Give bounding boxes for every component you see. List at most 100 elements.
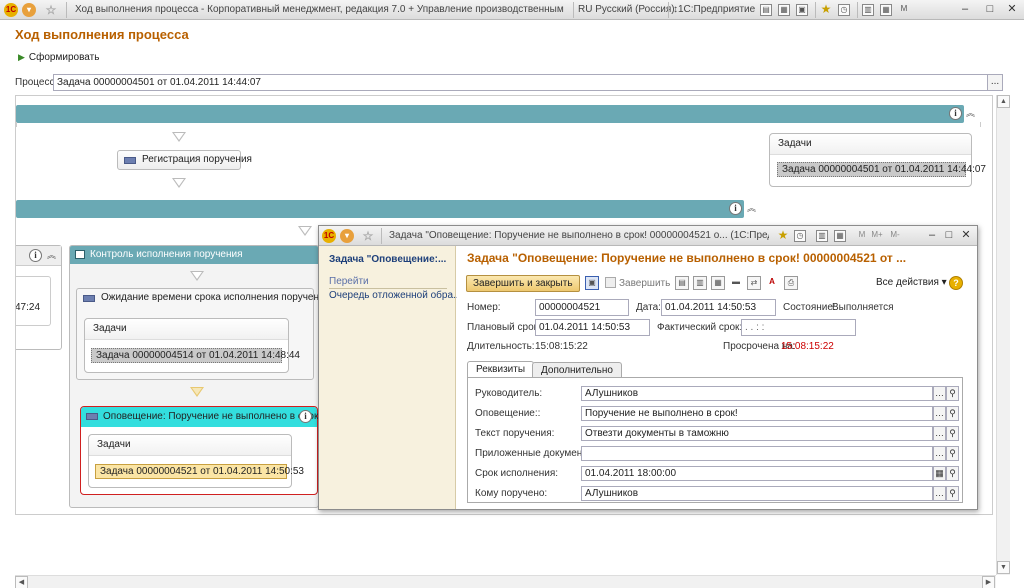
search-icon[interactable]: ⚲ xyxy=(946,466,959,481)
task-node-icon xyxy=(83,295,95,302)
memory-icon[interactable]: M xyxy=(898,4,910,16)
history-icon[interactable]: ◷ xyxy=(794,230,806,242)
search-icon[interactable]: ⚲ xyxy=(946,446,959,461)
info-icon[interactable]: i xyxy=(299,410,312,423)
select-button[interactable]: … xyxy=(933,386,946,401)
favorites-icon[interactable]: ★ xyxy=(777,229,789,242)
date-field[interactable]: 01.04.2011 14:50:53 xyxy=(661,299,776,316)
task-icon-2[interactable]: ▥ xyxy=(693,276,707,290)
favorites-icon[interactable]: ★ xyxy=(820,3,832,16)
finish-button[interactable]: Завершить xyxy=(605,277,670,289)
process-select-button[interactable]: ... xyxy=(987,74,1003,91)
manager-field[interactable]: АЛушников xyxy=(581,386,933,401)
duration-label: Длительность: xyxy=(467,341,535,352)
sidebar-title[interactable]: Задача "Оповещение:... xyxy=(329,254,446,265)
notification-field[interactable]: Поручение не выполнено в срок! xyxy=(581,406,933,421)
help-icon[interactable]: ? xyxy=(949,276,963,290)
memory-icon[interactable]: M xyxy=(856,230,868,242)
memory-minus-icon[interactable]: M- xyxy=(889,230,901,242)
close-icon[interactable]: ✕ xyxy=(959,229,973,242)
tab-requisites[interactable]: Реквизиты xyxy=(467,361,535,378)
task-text-field[interactable]: Отвезти документы в таможню xyxy=(581,426,933,441)
memory-plus-icon[interactable]: M+ xyxy=(871,230,883,242)
horizontal-scrollbar[interactable]: ◀ ▶ xyxy=(15,575,996,588)
assignee-field[interactable]: АЛушников xyxy=(581,486,933,501)
generate-button-label: Сформировать xyxy=(28,52,100,63)
save-icon[interactable]: ▤ xyxy=(760,4,772,16)
task-window-sidebar: Задача "Оповещение:... Перейти Очередь о… xyxy=(319,246,461,509)
node-notification[interactable]: Оповещение: Поручение не выполнено в сро… xyxy=(81,407,321,427)
calendar-icon[interactable]: ▦ xyxy=(834,230,846,242)
1c-logo-icon[interactable]: 1С xyxy=(4,3,18,17)
task-window-title: Задача "Оповещение: Поручение не выполне… xyxy=(389,230,769,241)
node-waiting[interactable]: Ожидание времени срока исполнения поруче… xyxy=(77,289,330,309)
task-icon-4[interactable]: ▬ xyxy=(729,276,743,290)
task-link-partial[interactable]: 47:24 xyxy=(16,301,41,316)
process-field[interactable]: Задача 00000004501 от 01.04.2011 14:44:0… xyxy=(53,74,988,91)
sidebar-item-queue[interactable]: Очередь отложенной обра... xyxy=(329,290,461,301)
print-icon[interactable]: ⎙ xyxy=(784,276,798,290)
history-icon[interactable]: ◷ xyxy=(838,4,850,16)
language-indicator[interactable]: RU Русский (Россия) xyxy=(578,4,675,15)
select-button[interactable]: … xyxy=(933,406,946,421)
plan-date-field[interactable]: 01.04.2011 14:50:53 xyxy=(535,319,650,336)
star-icon[interactable]: ☆ xyxy=(361,229,375,243)
number-field[interactable]: 00000004521 xyxy=(535,299,629,316)
minimize-icon[interactable]: – xyxy=(958,3,972,16)
task-icon-6[interactable]: A xyxy=(765,276,779,290)
select-button[interactable]: … xyxy=(933,486,946,501)
save-icon[interactable]: ▣ xyxy=(585,276,599,290)
collapse-icon[interactable]: ︽ xyxy=(45,249,58,262)
menu-dropdown-icon[interactable]: ▾ xyxy=(22,3,36,17)
scroll-down-icon[interactable]: ▼ xyxy=(997,561,1010,574)
sidebar-goto-header: Перейти xyxy=(329,276,447,289)
search-icon[interactable]: ⚲ xyxy=(946,486,959,501)
1c-logo-icon[interactable]: 1С xyxy=(322,229,336,243)
search-icon[interactable]: ⚲ xyxy=(946,406,959,421)
info-icon[interactable]: i xyxy=(729,202,742,215)
calendar-icon[interactable]: ▦ xyxy=(933,466,946,481)
info-icon[interactable]: i xyxy=(29,249,42,262)
scroll-left-icon[interactable]: ◀ xyxy=(15,576,28,588)
select-button[interactable]: … xyxy=(933,446,946,461)
task-icon-1[interactable]: ▤ xyxy=(675,276,689,290)
task-icon-5[interactable]: ⇄ xyxy=(747,276,761,290)
finish-and-close-button[interactable]: Завершить и закрыть xyxy=(466,275,580,292)
date-label: Дата: xyxy=(636,302,661,313)
collapse-icon[interactable]: ︽ xyxy=(745,202,758,215)
info-icon[interactable]: i xyxy=(949,107,962,120)
fact-date-field[interactable]: . . : : xyxy=(741,319,856,336)
vertical-scrollbar[interactable]: ▲ ▼ xyxy=(996,95,1010,575)
field-label-deadline: Срок исполнения: xyxy=(475,468,559,479)
task-link-registration[interactable]: Задача 00000004501 от 01.04.2011 14:44:0… xyxy=(777,162,986,177)
close-icon[interactable]: ✕ xyxy=(1005,3,1019,16)
search-icon[interactable]: ⚲ xyxy=(946,426,959,441)
maximize-icon[interactable]: □ xyxy=(942,229,956,242)
deadline-field[interactable]: 01.04.2011 18:00:00 xyxy=(581,466,933,481)
scroll-right-icon[interactable]: ▶ xyxy=(982,576,995,588)
state-value: Выполняется xyxy=(832,302,894,313)
collapse-icon[interactable]: ︽ xyxy=(964,107,977,120)
star-icon[interactable]: ☆ xyxy=(44,3,58,17)
minimize-icon[interactable]: – xyxy=(925,229,939,242)
group-icon xyxy=(75,250,85,259)
preview-icon[interactable]: ▣ xyxy=(796,4,808,16)
attachments-field[interactable] xyxy=(581,446,933,461)
task-link-waiting[interactable]: Задача 00000004514 от 01.04.2011 14:48:4… xyxy=(91,348,300,363)
select-button[interactable]: … xyxy=(933,426,946,441)
menu-dropdown-icon[interactable]: ▾ xyxy=(340,229,354,243)
calendar-icon[interactable]: ▦ xyxy=(880,4,892,16)
tab-additional[interactable]: Дополнительно xyxy=(532,362,622,378)
generate-button[interactable]: ▶ Сформировать xyxy=(18,52,99,63)
control-group-header[interactable]: Контроль исполнения поручения xyxy=(70,246,318,264)
all-actions-menu[interactable]: Все действия ▾ xyxy=(876,277,947,288)
maximize-icon[interactable]: □ xyxy=(983,3,997,16)
task-icon-3[interactable]: ▦ xyxy=(711,276,725,290)
calculator-icon[interactable]: ▥ xyxy=(862,4,874,16)
calculator-icon[interactable]: ▥ xyxy=(816,230,828,242)
scroll-up-icon[interactable]: ▲ xyxy=(997,95,1010,108)
print-icon[interactable]: ▦ xyxy=(778,4,790,16)
node-registration[interactable]: Регистрация поручения xyxy=(117,150,252,170)
task-link-notification[interactable]: Задача 00000004521 от 01.04.2011 14:50:5… xyxy=(95,464,304,479)
search-icon[interactable]: ⚲ xyxy=(946,386,959,401)
